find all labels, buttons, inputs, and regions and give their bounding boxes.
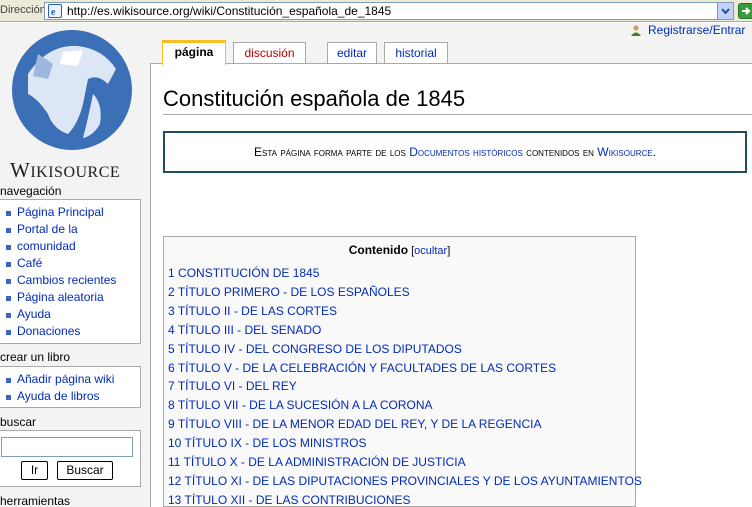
tab-discusion[interactable]: discusión — [233, 42, 306, 63]
documentos-historicos-link[interactable]: Documentos históricos — [409, 145, 523, 159]
toc-item[interactable]: 8 TÍTULO VII - DE LA SUCESIÓN A LA CORON… — [168, 396, 635, 415]
toc-item[interactable]: 11 TÍTULO X - DE LA ADMINISTRACIÓN DE JU… — [168, 453, 635, 472]
toc-item[interactable]: 6 TÍTULO V - DE LA CELEBRACIÓN Y FACULTA… — [168, 359, 635, 378]
login-link[interactable]: Registrarse/Entrar — [648, 23, 745, 37]
url-input[interactable]: e http://es.wikisource.org/wiki/Constitu… — [44, 2, 734, 20]
toc-item[interactable]: 10 TÍTULO IX - DE LOS MINISTROS — [168, 434, 635, 453]
toc-header: Contenido [ocultar] — [348, 243, 451, 257]
address-bar: Dirección e http://es.wikisource.org/wik… — [0, 0, 752, 22]
address-label: Dirección — [0, 4, 46, 16]
toc-title: Contenido — [348, 243, 409, 257]
toc-hide-link[interactable]: ocultar — [414, 245, 447, 257]
toc-item[interactable]: 4 TÍTULO III - DEL SENADO — [168, 321, 635, 340]
toc-item[interactable]: 9 TÍTULO VIII - DE LA MENOR EDAD DEL REY… — [168, 415, 635, 434]
toc-item[interactable]: 2 TÍTULO PRIMERO - DE LOS ESPAÑOLES — [168, 283, 635, 302]
chevron-down-icon — [721, 8, 730, 15]
toc-item[interactable]: 13 TÍTULO XII - DE LAS CONTRIBUCIONES — [168, 491, 635, 507]
sidebar-item-donaciones[interactable]: Donaciones — [5, 323, 140, 340]
address-dropdown-button[interactable] — [717, 3, 733, 19]
wikisource-link[interactable]: Wikisource — [597, 145, 652, 159]
wikisource-globe-icon — [12, 30, 132, 150]
notice-box: Esta página forma parte de los Documento… — [163, 131, 747, 173]
sidebar-item-cafe[interactable]: Café — [5, 255, 140, 272]
toc-list: 1 CONSTITUCIÓN DE 1845 2 TÍTULO PRIMERO … — [164, 259, 642, 507]
sidebar-item-cambios[interactable]: Cambios recientes — [5, 272, 140, 289]
heading-divider — [163, 114, 752, 115]
ie-page-icon: e — [48, 4, 62, 18]
go-search-button[interactable]: Ir — [21, 461, 48, 480]
table-of-contents: Contenido [ocultar] 1 CONSTITUCIÓN DE 18… — [163, 236, 642, 507]
search-title: buscar — [0, 415, 37, 429]
wikisource-logo[interactable] — [8, 24, 136, 156]
toc-item[interactable]: 7 TÍTULO VI - DEL REY — [168, 377, 635, 396]
tab-historial[interactable]: historial — [384, 42, 448, 63]
tab-pagina[interactable]: página — [162, 40, 226, 65]
book-title: crear un libro — [0, 350, 71, 364]
tools-title: herramientas — [0, 494, 71, 507]
arrow-right-icon — [742, 7, 751, 15]
toc-item[interactable]: 1 CONSTITUCIÓN DE 1845 — [168, 264, 635, 283]
sidebar-item-portal-cont[interactable]: comunidad — [5, 238, 140, 255]
book-portlet: Añadir página wiki Ayuda de libros — [0, 366, 141, 408]
svg-text:e: e — [51, 7, 56, 17]
sidebar-item-aleatoria[interactable]: Página aleatoria — [5, 289, 140, 306]
wikisource-wordmark: WIKISOURCE — [10, 158, 121, 182]
sidebar-item-pagina-principal[interactable]: Página Principal — [5, 204, 140, 221]
navigation-title: navegación — [0, 184, 62, 198]
go-button[interactable] — [738, 3, 752, 19]
url-text: http://es.wikisource.org/wiki/Constituci… — [67, 4, 392, 18]
navigation-portlet: Página Principal Portal de la comunidad … — [0, 199, 141, 344]
search-input[interactable] — [1, 437, 133, 457]
sidebar-item-portal[interactable]: Portal de la — [5, 221, 140, 238]
page-title: Constitución española de 1845 — [163, 86, 466, 111]
sidebar-item-ayuda-libros[interactable]: Ayuda de libros — [5, 388, 140, 405]
toc-item[interactable]: 12 TÍTULO XI - DE LAS DIPUTACIONES PROVI… — [168, 472, 642, 491]
toc-item[interactable]: 3 TÍTULO II - DE LAS CORTES — [168, 302, 635, 321]
tab-editar[interactable]: editar — [327, 42, 377, 63]
sidebar-item-ayuda[interactable]: Ayuda — [5, 306, 140, 323]
search-button[interactable]: Buscar — [57, 461, 113, 480]
sidebar-item-anadir-pagina[interactable]: Añadir página wiki — [5, 371, 140, 388]
user-icon — [631, 25, 641, 36]
toc-item[interactable]: 5 TÍTULO IV - DEL CONGRESO DE LOS DIPUTA… — [168, 340, 635, 359]
